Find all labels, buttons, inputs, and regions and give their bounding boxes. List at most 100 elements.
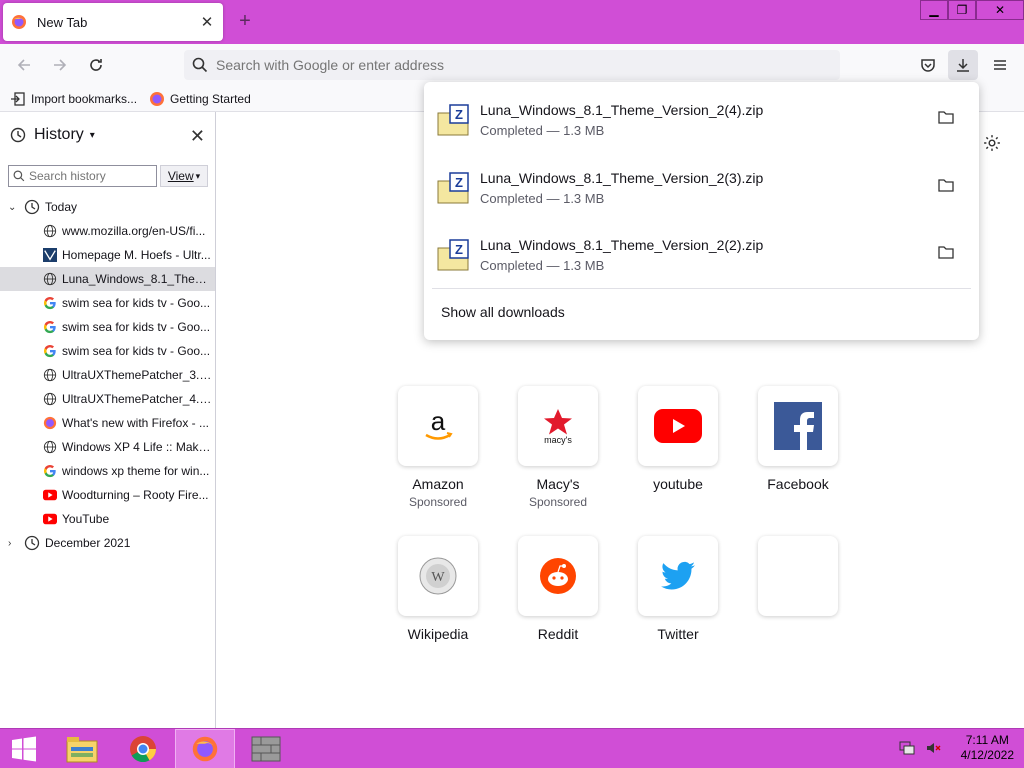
download-item[interactable]: Z Luna_Windows_8.1_Theme_Version_2(2).zi…: [436, 225, 966, 285]
google-icon: [42, 343, 58, 359]
taskbar-chrome[interactable]: [113, 729, 173, 768]
restore-button[interactable]: ❐: [948, 0, 976, 20]
zip-file-icon: Z: [437, 104, 469, 136]
top-site-twitter[interactable]: Twitter: [637, 536, 719, 642]
menu-button[interactable]: [985, 50, 1015, 80]
view-menu-button[interactable]: View ▾: [160, 165, 208, 187]
top-site-amazon[interactable]: a Amazon Sponsored: [397, 386, 479, 509]
history-item[interactable]: What's new with Firefox - ...: [0, 411, 215, 435]
firefox-icon: [12, 15, 26, 29]
top-site-empty[interactable]: [757, 536, 839, 616]
history-search[interactable]: [8, 165, 157, 187]
download-item[interactable]: Z Luna_Windows_8.1_Theme_Version_2(4).zi…: [436, 90, 966, 150]
svg-text:macy's: macy's: [544, 435, 572, 445]
reload-icon: [90, 59, 102, 71]
bookmark-getting-started[interactable]: Getting Started: [149, 91, 251, 107]
history-item-label: UltraUXThemePatcher_4.3....: [62, 392, 212, 406]
history-item-label: Luna_Windows_8.1_Them...: [62, 272, 212, 286]
close-tab-icon[interactable]: ✕: [199, 14, 215, 31]
minimize-button[interactable]: ▁: [920, 0, 948, 20]
gear-icon[interactable]: [983, 134, 1001, 152]
history-group-december-2021[interactable]: › December 2021: [0, 531, 215, 555]
back-button[interactable]: [11, 52, 37, 78]
download-filename: Luna_Windows_8.1_Theme_Version_2(3).zip: [480, 170, 764, 186]
sidebar-header[interactable]: History ▾ ✕: [0, 112, 215, 158]
youtube-icon: [42, 511, 58, 527]
downloads-button[interactable]: [948, 50, 978, 80]
history-item-label: windows xp theme for win...: [62, 464, 210, 478]
svg-text:Z: Z: [455, 242, 463, 257]
history-item[interactable]: Woodturning – Rooty Fire...: [0, 483, 215, 507]
folder-icon[interactable]: [938, 245, 954, 259]
bookmark-import[interactable]: Import bookmarks...: [10, 91, 137, 107]
start-button[interactable]: [0, 729, 48, 768]
download-status: Completed — 1.3 MB: [480, 123, 605, 138]
address-input[interactable]: [216, 57, 816, 73]
pocket-button[interactable]: [913, 50, 943, 80]
history-item[interactable]: windows xp theme for win...: [0, 459, 215, 483]
twitter-icon: [661, 561, 695, 590]
svg-text:W: W: [431, 570, 445, 585]
top-site-youtube[interactable]: youtube: [637, 386, 719, 492]
reload-button[interactable]: [83, 52, 109, 78]
facebook-icon: [774, 402, 822, 450]
url-bar[interactable]: [184, 50, 840, 80]
history-group-today[interactable]: ⌄ Today: [0, 195, 215, 219]
chevron-down-icon[interactable]: ▾: [90, 130, 95, 141]
taskbar-firefox[interactable]: [175, 729, 235, 768]
system-tray: 7:11 AM 4/12/2022: [899, 733, 1014, 763]
downloads-panel: Z Luna_Windows_8.1_Theme_Version_2(4).zi…: [424, 82, 979, 340]
hamburger-menu-icon: [994, 60, 1006, 70]
zip-file-icon: Z: [437, 239, 469, 271]
macys-icon: macy's: [544, 409, 572, 445]
folder-icon[interactable]: [938, 110, 954, 124]
top-site-wikipedia[interactable]: W Wikipedia: [397, 536, 479, 642]
history-item[interactable]: www.mozilla.org/en-US/fi...: [0, 219, 215, 243]
history-item-label: www.mozilla.org/en-US/fi...: [62, 224, 206, 238]
network-icon[interactable]: [899, 740, 915, 756]
clock-date: 4/12/2022: [960, 748, 1014, 762]
history-item[interactable]: Homepage M. Hoefs - Ultr...: [0, 243, 215, 267]
history-item[interactable]: YouTube: [0, 507, 215, 531]
chevron-down-icon: ▾: [195, 170, 201, 181]
history-search-input[interactable]: [29, 169, 149, 183]
close-sidebar-icon[interactable]: ✕: [190, 126, 205, 147]
top-site-reddit[interactable]: Reddit: [517, 536, 599, 642]
show-all-downloads-button[interactable]: Show all downloads: [441, 304, 565, 320]
youtube-icon: [654, 409, 702, 443]
history-item-label: Homepage M. Hoefs - Ultr...: [62, 248, 211, 262]
back-arrow-icon: [17, 59, 30, 71]
download-item[interactable]: Z Luna_Windows_8.1_Theme_Version_2(3).zi…: [436, 158, 966, 218]
history-item-label: swim sea for kids tv - Goo...: [62, 296, 211, 310]
history-item-label: Windows XP 4 Life :: Make ...: [62, 440, 212, 454]
top-site-name: Facebook: [767, 476, 829, 492]
history-item[interactable]: UltraUXThemePatcher_4.3....: [0, 387, 215, 411]
chevron-down-icon[interactable]: ⌄: [8, 202, 20, 213]
top-site-facebook[interactable]: Facebook: [757, 386, 839, 492]
history-item-selected[interactable]: Luna_Windows_8.1_Them...: [0, 267, 215, 291]
volume-muted-icon[interactable]: [925, 740, 941, 756]
taskbar-explorer[interactable]: [52, 729, 112, 768]
history-item[interactable]: swim sea for kids tv - Goo...: [0, 339, 215, 363]
history-item[interactable]: UltraUXThemePatcher_3.0....: [0, 363, 215, 387]
tab-new-tab[interactable]: New Tab ✕: [3, 3, 223, 41]
history-item[interactable]: swim sea for kids tv - Goo...: [0, 315, 215, 339]
taskbar-app[interactable]: [236, 729, 296, 768]
wikipedia-icon: W: [419, 557, 457, 595]
history-item[interactable]: Windows XP 4 Life :: Make ...: [0, 435, 215, 459]
close-window-button[interactable]: ✕: [976, 0, 1024, 20]
forward-button[interactable]: [47, 52, 73, 78]
top-site-name: youtube: [653, 476, 703, 492]
folder-icon[interactable]: [938, 178, 954, 192]
clock-time: 7:11 AM: [965, 733, 1009, 747]
system-clock[interactable]: 7:11 AM 4/12/2022: [961, 733, 1014, 763]
download-filename: Luna_Windows_8.1_Theme_Version_2(4).zip: [480, 102, 764, 118]
explorer-icon: [66, 737, 98, 763]
chevron-right-icon[interactable]: ›: [8, 538, 20, 549]
new-tab-button[interactable]: +: [234, 10, 256, 32]
top-site-macys[interactable]: macy's Macy's Sponsored: [517, 386, 599, 509]
history-item[interactable]: swim sea for kids tv - Goo...: [0, 291, 215, 315]
sidebar-title: History: [34, 126, 84, 143]
empty-tile[interactable]: [758, 536, 838, 616]
history-item-label: swim sea for kids tv - Goo...: [62, 344, 211, 358]
